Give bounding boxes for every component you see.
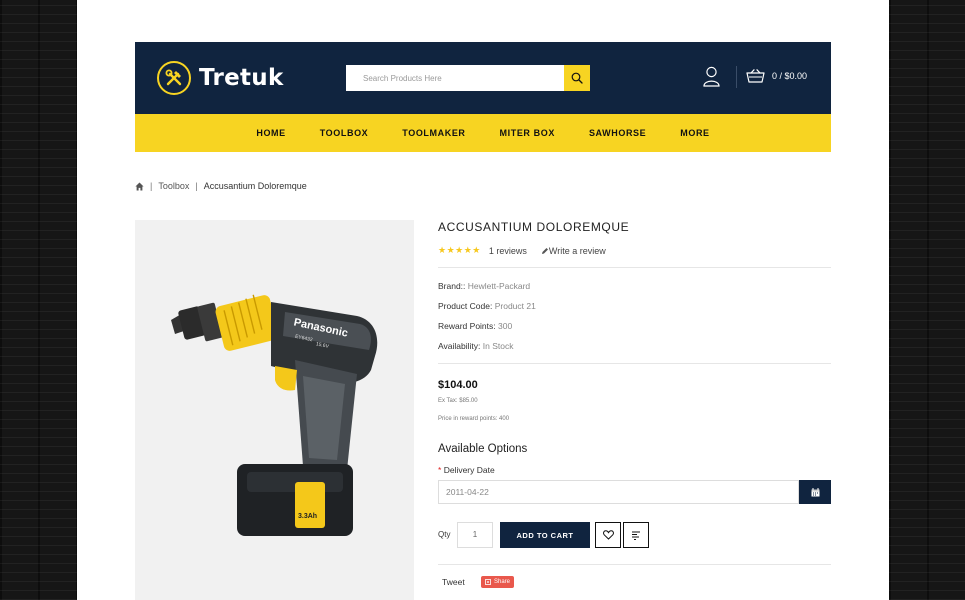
compare-button[interactable] bbox=[623, 522, 649, 548]
product-title: ACCUSANTIUM DOLOREMQUE bbox=[438, 220, 630, 234]
spec-points-label: Reward Points: bbox=[438, 321, 496, 331]
heart-icon bbox=[602, 530, 614, 540]
write-review-link[interactable]: Write a review bbox=[541, 246, 606, 256]
divider bbox=[438, 363, 831, 364]
calendar-button[interactable] bbox=[799, 480, 831, 504]
battery-capacity-label: 3.3Ah bbox=[298, 513, 317, 520]
tools-icon bbox=[157, 61, 191, 95]
qty-label: Qty bbox=[438, 530, 451, 539]
basket-icon bbox=[746, 69, 765, 83]
spec-points-value: 300 bbox=[498, 321, 513, 331]
spec-brand-label: Brand:: bbox=[438, 281, 466, 291]
divider bbox=[438, 564, 831, 565]
search-button[interactable] bbox=[564, 65, 590, 91]
header-divider bbox=[736, 66, 737, 88]
spec-points: Reward Points: 300 bbox=[438, 321, 512, 331]
pencil-icon bbox=[541, 247, 548, 254]
ex-tax-price: Ex Tax: $85.00 bbox=[438, 398, 478, 404]
product-price: $104.00 bbox=[438, 379, 478, 391]
spec-availability-value: In Stock bbox=[482, 341, 514, 351]
site-header: Tretuk 0 / $0.00 bbox=[135, 42, 831, 114]
page: Tretuk 0 / $0.00 bbox=[77, 0, 889, 600]
menu-item-home[interactable]: HOME bbox=[256, 128, 285, 138]
wood-background-right bbox=[889, 0, 965, 600]
share-button[interactable]: Share bbox=[481, 576, 515, 588]
qty-input[interactable]: 1 bbox=[457, 522, 493, 548]
spec-availability-label: Availability: bbox=[438, 341, 481, 351]
required-mark: * bbox=[438, 465, 442, 475]
product-image[interactable]: Panasonic EY6432 15.6V 3.3Ah bbox=[135, 220, 414, 600]
reviews-link[interactable]: 1 reviews bbox=[489, 246, 527, 256]
cart-total: 0 / $0.00 bbox=[772, 71, 808, 81]
breadcrumb: | Toolbox | Accusantium Doloremque bbox=[135, 181, 307, 191]
breadcrumb-separator: | bbox=[150, 181, 153, 191]
search-bar bbox=[346, 65, 590, 91]
share-label: Share bbox=[494, 579, 511, 585]
delivery-date-text: Delivery Date bbox=[443, 465, 495, 475]
reward-points-price: Price in reward points: 400 bbox=[438, 416, 510, 422]
spec-availability: Availability: In Stock bbox=[438, 341, 513, 351]
logo[interactable]: Tretuk bbox=[157, 61, 284, 95]
breadcrumb-current: Accusantium Doloremque bbox=[203, 181, 307, 191]
spec-brand-value[interactable]: Hewlett-Packard bbox=[468, 281, 530, 291]
search-icon bbox=[571, 72, 583, 84]
tweet-button[interactable]: Tweet bbox=[442, 577, 465, 587]
wishlist-button[interactable] bbox=[595, 522, 621, 548]
main-menu: HOME TOOLBOX TOOLMAKER MITER BOX SAWHORS… bbox=[135, 114, 831, 152]
menu-item-sawhorse[interactable]: SAWHORSE bbox=[589, 128, 646, 138]
menu-item-toolbox[interactable]: TOOLBOX bbox=[320, 128, 369, 138]
rating-row: ★★★★★ 1 reviews Write a review bbox=[438, 245, 606, 256]
write-review-label: Write a review bbox=[548, 245, 606, 256]
spec-code: Product Code: Product 21 bbox=[438, 301, 536, 311]
search-input[interactable] bbox=[346, 65, 564, 91]
delivery-date-label: * Delivery Date bbox=[438, 465, 495, 475]
wood-background-left bbox=[0, 0, 77, 600]
spec-code-label: Product Code: bbox=[438, 301, 493, 311]
drill-image: Panasonic EY6432 15.6V 3.3Ah bbox=[171, 294, 378, 536]
divider bbox=[438, 267, 831, 268]
share-icon bbox=[485, 579, 491, 585]
breadcrumb-separator: | bbox=[195, 181, 198, 191]
menu-item-toolmaker[interactable]: TOOLMAKER bbox=[402, 128, 465, 138]
star-rating: ★★★★★ bbox=[438, 245, 481, 255]
home-icon[interactable] bbox=[135, 181, 144, 191]
cart-button[interactable]: 0 / $0.00 bbox=[746, 69, 807, 83]
menu-item-more[interactable]: MORE bbox=[680, 128, 709, 138]
account-button[interactable] bbox=[703, 66, 720, 92]
calendar-icon bbox=[811, 487, 819, 496]
menu-item-miter-box[interactable]: MITER BOX bbox=[500, 128, 555, 138]
user-icon bbox=[703, 66, 720, 87]
compare-icon bbox=[632, 531, 640, 540]
spec-brand: Brand:: Hewlett-Packard bbox=[438, 281, 530, 291]
delivery-date-input[interactable]: 2011-04-22 bbox=[438, 480, 799, 504]
breadcrumb-toolbox[interactable]: Toolbox bbox=[158, 181, 189, 191]
add-to-cart-button[interactable]: ADD TO CART bbox=[500, 522, 590, 548]
spec-code-value: Product 21 bbox=[494, 301, 536, 311]
logo-text: Tretuk bbox=[199, 65, 284, 91]
options-title: Available Options bbox=[438, 443, 528, 455]
